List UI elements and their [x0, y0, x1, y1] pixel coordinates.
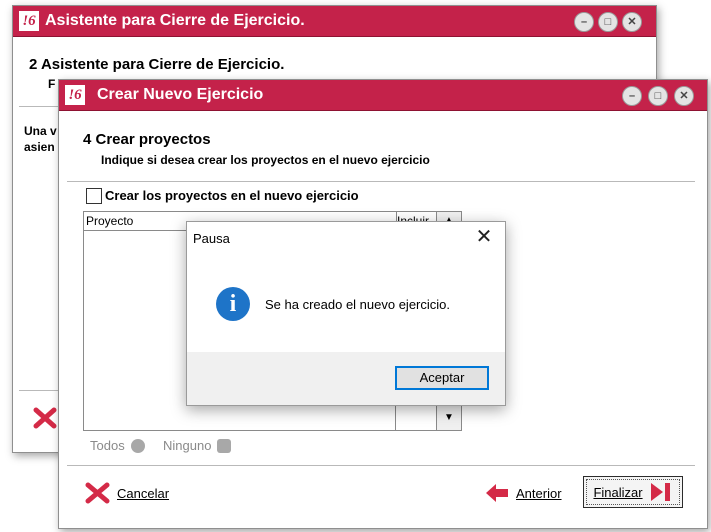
step-title: Asistente para Cierre de Ejercicio.: [40, 56, 285, 73]
message-dialog: Pausa ✕ i Se ha creado el nuevo ejercici…: [186, 221, 506, 406]
select-none-icon: [217, 438, 232, 453]
info-icon: i: [216, 287, 250, 321]
cancel-x-icon[interactable]: [33, 407, 57, 429]
maximize-icon[interactable]: □: [648, 86, 668, 106]
close-icon[interactable]: ✕: [622, 12, 642, 32]
minimize-icon[interactable]: –: [574, 12, 594, 32]
step-title: Crear proyectos: [95, 131, 211, 148]
grid-cell: [395, 404, 436, 430]
step-subheading: F: [48, 77, 56, 91]
select-all-button[interactable]: Todos: [90, 438, 145, 453]
minimize-icon[interactable]: –: [622, 86, 642, 106]
maximize-icon[interactable]: □: [598, 12, 618, 32]
dialog-message: Se ha creado el nuevo ejercicio.: [265, 297, 451, 312]
step-number: 4: [83, 131, 92, 148]
arrow-left-icon: [486, 484, 508, 502]
close-icon[interactable]: ✕: [475, 227, 493, 247]
divider: [67, 465, 695, 466]
app-logo-icon: !6: [19, 11, 39, 31]
finish-label: Finalizar: [593, 484, 643, 500]
select-all-icon: [130, 438, 145, 453]
skip-forward-icon: [650, 483, 670, 501]
scroll-down-icon[interactable]: ▼: [436, 404, 461, 430]
step-heading: 2 Asistente para Cierre de Ejercicio.: [29, 56, 284, 73]
back-button[interactable]: Anterior: [484, 482, 562, 504]
create-projects-checkbox[interactable]: [86, 188, 102, 204]
create-projects-label: Crear los proyectos en el nuevo ejercici…: [105, 188, 359, 203]
step-heading: 4 Crear proyectos: [83, 131, 211, 148]
divider: [67, 181, 695, 182]
ok-button[interactable]: Aceptar: [395, 366, 489, 390]
cancel-label: Cancelar: [117, 485, 170, 501]
step-subheading: Indique si desea crear los proyectos en …: [101, 153, 430, 167]
cancel-x-icon: [85, 482, 110, 504]
cancel-button[interactable]: Cancelar: [85, 482, 169, 504]
window-title: Asistente para Cierre de Ejercicio.: [45, 12, 305, 29]
select-none-button[interactable]: Ninguno: [163, 438, 232, 453]
titlebar[interactable]: !6 Crear Nuevo Ejercicio – □ ✕: [59, 80, 707, 111]
step-number: 2: [29, 56, 38, 73]
select-all-label: Todos: [90, 438, 125, 453]
col-header-proyecto[interactable]: Proyecto: [86, 214, 133, 228]
back-label: Anterior: [516, 485, 562, 501]
dialog-title: Pausa: [193, 231, 230, 246]
close-icon[interactable]: ✕: [674, 86, 694, 106]
body-text-line-2: asien: [24, 140, 55, 154]
body-text-line-1: Una v: [24, 124, 57, 138]
dialog-footer: Aceptar: [187, 352, 505, 405]
finish-button[interactable]: Finalizar: [583, 476, 683, 508]
titlebar[interactable]: !6 Asistente para Cierre de Ejercicio. –…: [13, 6, 656, 37]
app-logo-icon: !6: [65, 85, 85, 105]
select-none-label: Ninguno: [163, 438, 212, 453]
window-title: Crear Nuevo Ejercicio: [97, 86, 264, 103]
